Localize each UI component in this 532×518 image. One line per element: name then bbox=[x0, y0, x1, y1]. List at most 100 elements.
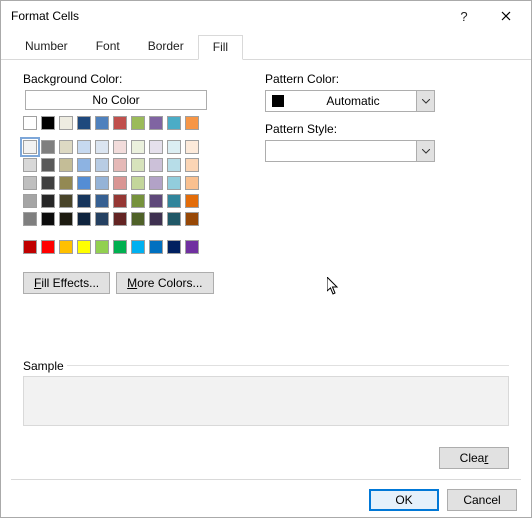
tab-border[interactable]: Border bbox=[134, 35, 198, 59]
sample-preview bbox=[23, 376, 509, 426]
close-icon bbox=[501, 11, 511, 21]
color-swatch[interactable] bbox=[77, 116, 91, 130]
color-swatch[interactable] bbox=[185, 158, 199, 172]
color-swatch[interactable] bbox=[41, 116, 55, 130]
color-swatch[interactable] bbox=[59, 194, 73, 208]
sample-group: Sample bbox=[23, 359, 509, 426]
cancel-button[interactable]: Cancel bbox=[447, 489, 517, 511]
color-swatch[interactable] bbox=[149, 140, 163, 154]
tab-number[interactable]: Number bbox=[11, 35, 82, 59]
color-swatch[interactable] bbox=[59, 240, 73, 254]
color-swatch[interactable] bbox=[149, 116, 163, 130]
color-swatch[interactable] bbox=[59, 212, 73, 226]
color-swatch[interactable] bbox=[95, 240, 109, 254]
close-button[interactable] bbox=[485, 2, 527, 30]
pattern-color-value: Automatic bbox=[290, 94, 416, 108]
color-swatch[interactable] bbox=[185, 116, 199, 130]
tab-font[interactable]: Font bbox=[82, 35, 134, 59]
standard-color-row bbox=[23, 240, 211, 258]
color-swatch[interactable] bbox=[77, 140, 91, 154]
color-swatch[interactable] bbox=[113, 116, 127, 130]
color-swatch[interactable] bbox=[95, 116, 109, 130]
color-swatch[interactable] bbox=[113, 194, 127, 208]
tab-strip: Number Font Border Fill bbox=[1, 35, 531, 60]
color-swatch[interactable] bbox=[149, 158, 163, 172]
color-swatch[interactable] bbox=[77, 158, 91, 172]
color-swatch[interactable] bbox=[23, 176, 37, 190]
color-swatch[interactable] bbox=[41, 140, 55, 154]
color-swatch[interactable] bbox=[41, 158, 55, 172]
chevron-down-icon bbox=[416, 91, 434, 111]
swatch-icon bbox=[272, 95, 284, 107]
pattern-color-dropdown[interactable]: Automatic bbox=[265, 90, 435, 112]
pattern-style-label: Pattern Style: bbox=[265, 122, 509, 136]
color-swatch[interactable] bbox=[23, 140, 37, 154]
color-swatch[interactable] bbox=[131, 176, 145, 190]
color-swatch[interactable] bbox=[185, 212, 199, 226]
color-swatch[interactable] bbox=[131, 158, 145, 172]
color-swatch[interactable] bbox=[149, 212, 163, 226]
color-swatch[interactable] bbox=[95, 140, 109, 154]
color-swatch[interactable] bbox=[23, 240, 37, 254]
color-swatch[interactable] bbox=[113, 176, 127, 190]
background-color-label: Background Color: bbox=[23, 72, 265, 86]
color-swatch[interactable] bbox=[131, 116, 145, 130]
color-swatch[interactable] bbox=[113, 212, 127, 226]
color-swatch[interactable] bbox=[113, 158, 127, 172]
color-swatch[interactable] bbox=[95, 158, 109, 172]
color-swatch[interactable] bbox=[59, 158, 73, 172]
fill-effects-button[interactable]: Fill Effects... bbox=[23, 272, 110, 294]
color-swatch[interactable] bbox=[113, 140, 127, 154]
color-swatch[interactable] bbox=[77, 212, 91, 226]
color-swatch[interactable] bbox=[167, 158, 181, 172]
theme-color-grid bbox=[23, 140, 211, 230]
color-swatch[interactable] bbox=[131, 240, 145, 254]
color-swatch[interactable] bbox=[23, 212, 37, 226]
color-swatch[interactable] bbox=[77, 240, 91, 254]
window-title: Format Cells bbox=[11, 9, 443, 23]
color-swatch[interactable] bbox=[95, 194, 109, 208]
color-swatch[interactable] bbox=[41, 240, 55, 254]
color-swatch[interactable] bbox=[167, 240, 181, 254]
color-swatch[interactable] bbox=[23, 116, 37, 130]
color-swatch[interactable] bbox=[149, 194, 163, 208]
chevron-down-icon bbox=[416, 141, 434, 161]
color-swatch[interactable] bbox=[185, 194, 199, 208]
color-swatch[interactable] bbox=[23, 158, 37, 172]
color-swatch[interactable] bbox=[131, 140, 145, 154]
color-swatch[interactable] bbox=[167, 176, 181, 190]
color-swatch[interactable] bbox=[41, 176, 55, 190]
color-swatch[interactable] bbox=[167, 194, 181, 208]
color-swatch[interactable] bbox=[167, 140, 181, 154]
color-swatch[interactable] bbox=[185, 240, 199, 254]
sample-label: Sample bbox=[23, 359, 68, 373]
color-swatch[interactable] bbox=[95, 176, 109, 190]
pattern-color-label: Pattern Color: bbox=[265, 72, 509, 86]
color-swatch[interactable] bbox=[185, 140, 199, 154]
color-swatch[interactable] bbox=[41, 194, 55, 208]
help-button[interactable]: ? bbox=[443, 2, 485, 30]
color-swatch[interactable] bbox=[131, 212, 145, 226]
color-swatch[interactable] bbox=[59, 116, 73, 130]
color-swatch[interactable] bbox=[59, 176, 73, 190]
clear-button[interactable]: Clear bbox=[439, 447, 509, 469]
color-swatch[interactable] bbox=[23, 194, 37, 208]
tab-fill[interactable]: Fill bbox=[198, 35, 243, 60]
color-swatch[interactable] bbox=[185, 176, 199, 190]
color-swatch[interactable] bbox=[59, 140, 73, 154]
color-swatch[interactable] bbox=[95, 212, 109, 226]
color-swatch[interactable] bbox=[77, 176, 91, 190]
color-swatch[interactable] bbox=[149, 176, 163, 190]
color-swatch[interactable] bbox=[131, 194, 145, 208]
ok-button[interactable]: OK bbox=[369, 489, 439, 511]
pattern-style-dropdown[interactable] bbox=[265, 140, 435, 162]
color-swatch[interactable] bbox=[41, 212, 55, 226]
titlebar: Format Cells ? bbox=[1, 1, 531, 31]
color-swatch[interactable] bbox=[77, 194, 91, 208]
color-swatch[interactable] bbox=[167, 212, 181, 226]
color-swatch[interactable] bbox=[113, 240, 127, 254]
color-swatch[interactable] bbox=[149, 240, 163, 254]
more-colors-button[interactable]: More Colors... bbox=[116, 272, 213, 294]
no-color-button[interactable]: No Color bbox=[25, 90, 207, 110]
color-swatch[interactable] bbox=[167, 116, 181, 130]
